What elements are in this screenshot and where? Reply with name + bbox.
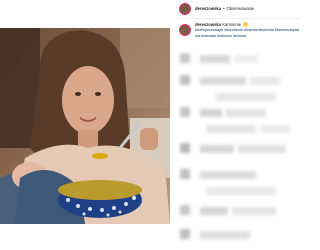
- comment-line: [200, 109, 222, 117]
- comment-avatar: [180, 205, 190, 215]
- comment-line: [250, 77, 280, 85]
- blurred-comments: [176, 45, 300, 250]
- comment-line: [200, 171, 256, 179]
- comment-line: [200, 231, 250, 239]
- avatar[interactable]: [179, 2, 191, 15]
- comment-line: [216, 93, 276, 101]
- comment-avatar: [180, 53, 190, 63]
- comment-line: [260, 125, 290, 133]
- following-button[interactable]: Obserwowanie: [227, 6, 255, 11]
- comment-avatar: [180, 169, 190, 179]
- comment-avatar: [180, 107, 190, 117]
- post-caption: dereszowska Karmienie #hellojuiceshape #…: [176, 22, 300, 39]
- comment-line: [200, 55, 230, 63]
- post-photo[interactable]: [0, 28, 170, 224]
- separator-dot: •: [223, 6, 225, 11]
- comment-line: [206, 125, 256, 133]
- comment-line: [238, 145, 286, 153]
- caption-text: Karmienie: [222, 22, 242, 27]
- comment-avatar: [180, 75, 190, 85]
- comment-avatar: [180, 229, 190, 239]
- comment-avatar: [180, 143, 190, 153]
- comment-line: [206, 187, 276, 195]
- header-divider: [176, 18, 300, 19]
- comment-line: [200, 77, 246, 85]
- comment-line: [226, 109, 266, 117]
- caption-username[interactable]: dereszowska: [195, 22, 221, 27]
- comment-line: [200, 145, 234, 153]
- post-photo-illustration: [0, 28, 170, 224]
- smile-emoji-icon: [243, 22, 249, 27]
- caption-avatar[interactable]: [179, 24, 191, 36]
- header-username[interactable]: dereszowska: [195, 6, 221, 11]
- caption-hashtags[interactable]: #hellojuiceshape #karmienie #karmieniepi…: [195, 28, 300, 39]
- post-header: dereszowska • Obserwowanie: [176, 0, 300, 17]
- comment-line: [232, 207, 276, 215]
- comment-line: [200, 207, 228, 215]
- comment-line: [234, 55, 258, 63]
